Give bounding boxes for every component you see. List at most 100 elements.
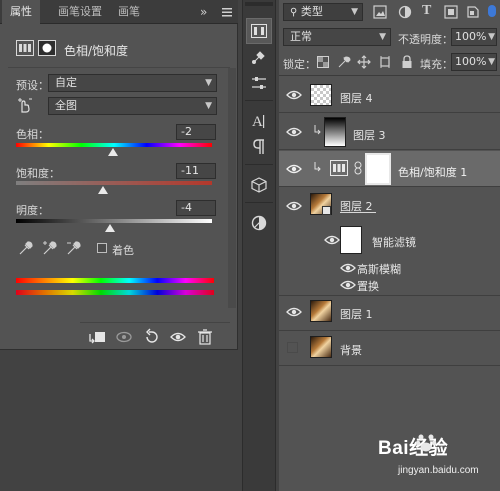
eye-icon[interactable]	[286, 164, 302, 174]
layer-thumbnail	[310, 336, 332, 358]
link-icon[interactable]	[354, 161, 362, 175]
eye-icon[interactable]	[286, 127, 302, 137]
eye-icon[interactable]	[324, 235, 340, 245]
tab-brush-settings[interactable]: 画笔设置	[50, 0, 110, 24]
adjustments-button[interactable]	[246, 70, 272, 96]
chevron-down-icon: ▼	[351, 7, 358, 17]
eye-icon[interactable]	[340, 263, 356, 273]
adjustment-filter-icon[interactable]	[398, 5, 412, 19]
tab-properties[interactable]: 属性	[2, 0, 40, 24]
layer-name[interactable]: 图层 1	[340, 306, 373, 322]
chevron-down-icon: ▼	[205, 101, 212, 111]
layer-name[interactable]: 背景	[340, 342, 362, 358]
paragraph-panel-button[interactable]	[246, 134, 272, 160]
shape-filter-icon[interactable]	[444, 5, 458, 19]
eye-icon[interactable]	[286, 307, 302, 317]
eye-icon[interactable]	[340, 280, 356, 290]
opacity-input[interactable]: 100% ▼	[451, 28, 497, 46]
clip-to-layer-button[interactable]	[86, 326, 110, 348]
layer-name[interactable]: 图层 3	[353, 127, 386, 143]
toggle-visibility-button[interactable]	[166, 326, 190, 348]
lock-label: 锁定：	[283, 58, 316, 71]
tab-brushes[interactable]: 画笔	[110, 0, 148, 24]
output-color-bar	[16, 290, 214, 295]
chevron-down-icon: ▼	[488, 57, 495, 67]
visibility-toggle-off[interactable]	[287, 342, 298, 353]
eyedropper-plus-icon[interactable]	[42, 240, 58, 256]
eyedropper-minus-icon[interactable]	[66, 240, 82, 256]
panel-menu-icon[interactable]	[222, 7, 232, 17]
layer-name[interactable]: 色相/饱和度 1	[398, 164, 467, 180]
adjustments-panel-button[interactable]	[246, 210, 272, 236]
properties-panel-button[interactable]	[246, 18, 272, 44]
view-previous-icon	[116, 331, 132, 343]
saturation-input[interactable]: -11	[176, 163, 216, 179]
properties-title: 色相/饱和度	[64, 44, 129, 58]
dock-grip[interactable]	[245, 2, 273, 6]
lightness-input[interactable]: -4	[176, 200, 216, 216]
eye-icon[interactable]	[286, 201, 302, 211]
eyedropper-icon[interactable]	[18, 240, 34, 256]
layer-row-layer3[interactable]	[279, 114, 500, 150]
reset-button[interactable]	[140, 326, 164, 348]
trash-icon	[198, 329, 212, 345]
blend-mode-select[interactable]: 正常 ▼	[283, 28, 391, 46]
watermark-url: jingyan.baidu.com	[398, 465, 479, 476]
smart-filters-label[interactable]: 智能滤镜	[372, 234, 416, 250]
preset-value: 自定	[55, 76, 77, 89]
properties-scrollbar[interactable]	[228, 68, 236, 308]
type-filter-icon[interactable]: T	[422, 3, 431, 19]
saturation-slider-thumb[interactable]	[98, 186, 109, 194]
reset-icon	[146, 328, 158, 343]
smart-filter-mask-thumbnail[interactable]	[340, 226, 362, 254]
divider	[245, 202, 273, 203]
lightness-slider-thumb[interactable]	[105, 224, 116, 232]
hue-saturation-icon	[330, 160, 348, 176]
lock-transparent-icon[interactable]	[317, 56, 329, 68]
layer-thumbnail	[310, 84, 332, 106]
panel-collapse-icon[interactable]: »	[200, 5, 207, 19]
eye-icon[interactable]	[286, 90, 302, 100]
channel-select[interactable]: 全图 ▼	[48, 97, 217, 115]
lock-artboard-icon[interactable]	[378, 55, 392, 69]
divider	[245, 100, 273, 101]
3d-panel-button[interactable]	[246, 172, 272, 198]
hue-input[interactable]: -2	[176, 124, 216, 140]
smart-object-badge-icon	[322, 206, 331, 215]
lock-position-icon[interactable]	[357, 55, 371, 69]
mask-icon[interactable]	[38, 40, 56, 56]
clipping-arrow-icon	[314, 125, 322, 135]
divider	[80, 322, 230, 323]
layer-filter-select[interactable]: ⚲ 类型 ▼	[283, 3, 363, 21]
colorize-label: 着色	[112, 244, 134, 257]
input-color-bar	[16, 278, 214, 283]
layer-name[interactable]: 图层 4	[340, 90, 373, 106]
pixel-filter-icon[interactable]	[373, 5, 387, 19]
brush-settings-button[interactable]	[246, 44, 272, 70]
opacity-label: 不透明度：	[398, 33, 453, 46]
divider	[8, 67, 230, 68]
channel-value: 全图	[55, 99, 77, 112]
lock-pixels-icon[interactable]	[337, 55, 351, 69]
lightness-gradient-track	[16, 219, 212, 223]
hue-slider-thumb[interactable]	[107, 148, 118, 156]
svg-text:A: A	[252, 114, 263, 129]
delete-adjustment-button[interactable]	[193, 326, 217, 348]
fill-input[interactable]: 100% ▼	[451, 53, 497, 71]
colorize-checkbox[interactable]	[97, 243, 107, 253]
saturation-label: 饱和度：	[16, 167, 60, 180]
filter-item-displace[interactable]: 置换	[357, 278, 379, 294]
view-previous-button[interactable]	[112, 326, 136, 348]
layer-mask-thumbnail[interactable]	[365, 153, 391, 185]
preset-select[interactable]: 自定 ▼	[48, 74, 217, 92]
filter-toggle[interactable]	[488, 5, 496, 17]
smart-object-filter-icon[interactable]	[466, 5, 480, 19]
divider	[279, 365, 500, 366]
visibility-icon	[170, 332, 186, 342]
character-panel-button[interactable]: A	[246, 108, 272, 134]
filter-item-gaussian-blur[interactable]: 高斯模糊	[357, 261, 401, 277]
targeted-adjust-icon[interactable]	[16, 96, 34, 114]
layer-thumbnail	[310, 300, 332, 322]
layer-name-underline	[340, 212, 376, 213]
lock-all-icon[interactable]	[401, 55, 413, 69]
